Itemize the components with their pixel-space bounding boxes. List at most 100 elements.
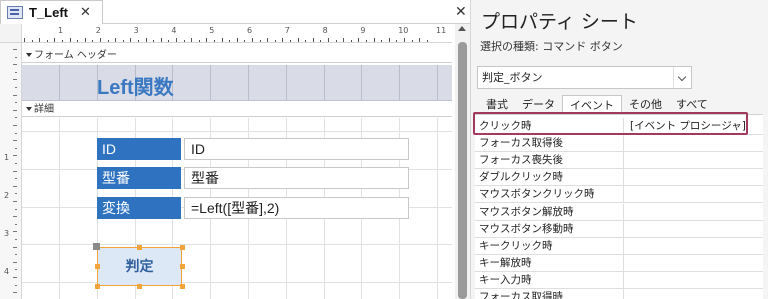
field-textbox-model[interactable]: 型番 [184,167,409,189]
property-row[interactable]: キー入力時 [475,271,763,289]
ruler-tick [343,38,345,42]
property-value[interactable] [624,152,763,168]
property-value[interactable] [624,238,763,254]
grid-line [210,65,212,100]
ruler-number: 4 [4,267,10,276]
property-value[interactable] [624,169,763,185]
property-name: クリック時 [475,118,624,134]
field-label-id[interactable]: ID [97,138,181,160]
ruler-corner[interactable] [0,24,22,43]
ruler-tick [191,38,193,42]
resize-handle-bottom-left[interactable] [95,284,100,289]
property-row[interactable]: フォーカス取得後 [475,135,763,153]
property-value[interactable] [624,204,763,220]
object-select-dropdown[interactable]: 判定_ボタン [477,66,692,89]
detail-section-bar[interactable]: 詳細 [22,102,452,117]
ruler-number: 3 [133,26,139,35]
ruler-tick [366,40,367,42]
property-value[interactable] [624,135,763,151]
property-value[interactable] [624,289,763,299]
move-handle[interactable] [93,243,100,250]
tab-data[interactable]: データ [515,95,562,114]
ruler-tick [13,79,17,81]
property-row[interactable]: クリック時 [イベント プロシージャ] [475,118,763,135]
grid-line [248,65,249,100]
scrollbar-thumb[interactable] [458,42,467,299]
property-row[interactable]: マウスボタン移動時 [475,220,763,238]
ruler-tick [13,216,17,218]
ruler-tick [396,40,398,42]
ruler-tick [62,40,63,42]
resize-handle-top[interactable] [137,245,142,250]
close-icon[interactable]: ✕ [455,4,467,20]
property-value[interactable] [624,272,763,288]
document-tab[interactable]: T_Left ✕ [0,0,103,24]
resize-handle-right[interactable] [180,264,185,269]
tab-other[interactable]: その他 [622,95,669,114]
field-textbox-convert[interactable]: =Left([型番],2) [184,197,409,219]
ruler-tick [15,163,17,164]
ruler-tick [31,40,33,42]
grid-line [22,282,452,284]
close-icon[interactable]: ✕ [80,5,91,20]
ruler-tick [290,40,291,42]
ruler-tick [15,56,17,58]
property-row[interactable]: フォーカス喪失後 [475,152,763,170]
ruler-tick [350,40,352,42]
field-textbox-id[interactable]: ID [184,138,409,160]
resize-handle-top-right[interactable] [180,245,185,250]
property-row[interactable]: キークリック時 [475,237,763,255]
ruler-number: 11 [436,26,447,35]
tab-all[interactable]: すべて [669,95,715,114]
grid-line [59,118,60,299]
section-pointer-icon [26,53,32,57]
ruler-tick [335,40,337,42]
ruler-tick [244,40,246,42]
vertical-scrollbar[interactable] [455,24,470,299]
property-name: ダブルクリック時 [475,169,624,186]
field-label-convert[interactable]: 変換 [97,197,181,219]
ruler-tick [107,40,109,42]
form-header-section-bar[interactable]: フォーム ヘッダー [22,48,452,63]
horizontal-ruler: 1 2 3 4 5 6 7 8 9 10 11 [22,24,452,43]
property-grid: クリック時 [イベント プロシージャ] フォーカス取得後 フォーカス喪失後 ダブルクリッ… [475,114,763,299]
property-row[interactable]: キー解放時 [475,254,763,272]
detail-label: 詳細 [34,104,54,115]
resize-handle-bottom[interactable] [137,284,142,289]
ruler-tick [115,38,117,42]
scroll-up-arrow-icon[interactable] [458,26,466,31]
ruler-number: 1 [4,153,10,162]
form-title-label[interactable]: Left関数 [97,71,174,100]
ruler-tick [404,38,405,42]
property-row[interactable]: ダブルクリック時 [475,169,763,187]
property-row[interactable]: マウスボタンクリック時 [475,186,763,204]
property-row[interactable]: マウスボタン解放時 [475,203,763,221]
ruler-tick [13,246,17,248]
field-label-model[interactable]: 型番 [97,167,181,189]
chevron-down-icon[interactable] [673,67,691,88]
property-value[interactable] [624,186,763,202]
ruler-tick [15,147,17,149]
tab-event[interactable]: イベント [562,95,622,114]
ruler-tick [77,40,79,42]
property-value[interactable]: [イベント プロシージャ] [624,118,763,134]
tab-format[interactable]: 書式 [479,95,515,114]
ruler-tick [267,38,269,42]
form-header-area[interactable]: Left関数 [22,65,452,101]
ruler-tick [15,178,17,180]
ruler-tick [358,38,360,42]
ruler-number: 9 [360,26,366,35]
ruler-tick [206,38,208,42]
grid-line [399,65,401,100]
property-value[interactable] [624,221,763,237]
resize-handle-left[interactable] [95,264,100,269]
judge-button[interactable]: 判定 [97,247,182,286]
ruler-tick [13,155,17,157]
ruler-tick [15,117,17,119]
property-value[interactable] [624,255,763,271]
ruler-tick [15,254,17,256]
resize-handle-bottom-right[interactable] [180,284,185,289]
vertical-ruler: 1 2 3 4 [0,43,22,299]
ruler-tick [15,223,17,225]
property-row[interactable]: フォーカス取得時 [475,289,763,299]
